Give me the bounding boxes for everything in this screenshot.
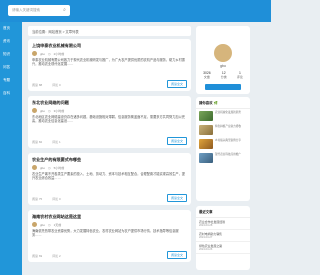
- recent-item-date: 2024-03-27: [199, 236, 213, 239]
- article-title[interactable]: 海南农村农业网站这是这里: [32, 214, 187, 220]
- article-comments: 评论 2: [52, 254, 61, 258]
- recommend-item[interactable]: 农业机械化发展新趋势: [196, 109, 250, 123]
- sidebar: 首页 资讯 知识 问答 专题 百科: [0, 22, 22, 275]
- read-more-button[interactable]: 阅读全文: [166, 251, 187, 259]
- breadcrumb: 当前位置：网站首页 > 文章列表: [28, 26, 191, 36]
- article-card[interactable]: 上饶申泰农业机械有限公司 gbo ◷ 2小时前 申泰农业机械有限公司致力于现代农…: [28, 39, 191, 91]
- clock-icon: ◷: [48, 51, 51, 56]
- author-avatar: [32, 165, 37, 170]
- thumbnail-image[interactable]: [199, 111, 213, 121]
- author-name[interactable]: gbo: [40, 52, 45, 56]
- read-more-button[interactable]: 阅读全文: [166, 137, 187, 145]
- article-title[interactable]: 东北农业网络的问题: [32, 100, 187, 106]
- recommend-widget: 猜你喜欢 🌿 农业机械化发展新趋势 特色种植产业助力增收 乡村振兴典型案例分享 …: [196, 97, 250, 201]
- thumbnail-image[interactable]: [199, 125, 213, 135]
- author-name[interactable]: gbo: [40, 109, 45, 113]
- recommend-item-text[interactable]: 特色种植产业助力增收: [215, 125, 241, 128]
- sidebar-item-topics[interactable]: 专题: [0, 74, 22, 87]
- article-views: 阅读 82: [32, 140, 43, 144]
- recommend-item[interactable]: 现代农业科技应用推广: [196, 151, 250, 165]
- author-avatar: [32, 108, 37, 113]
- widget-title: 最近文章: [196, 206, 250, 218]
- article-views: 阅读 88: [32, 83, 43, 87]
- article-card[interactable]: 海南农村农业网站这是这里 gbo ◷ 1天前 海南依托热带农业资源优势，大力发展…: [28, 210, 191, 262]
- article-time: 3小时前: [53, 108, 65, 113]
- article-footer: 阅读 88 评论 0: [32, 83, 61, 87]
- recent-widget: 最近文章 农业合作社发展经验 2024-03-28 农村电商助力销售 2024-…: [196, 206, 250, 270]
- recommend-item-text[interactable]: 农业机械化发展新趋势: [215, 111, 241, 114]
- article-time: 2小时前: [53, 51, 65, 56]
- sidebar-item-home[interactable]: 首页: [0, 22, 22, 35]
- article-title[interactable]: 上饶申泰农业机械有限公司: [32, 43, 187, 49]
- profile-card: gbo 3026 文章 12 分类 1 评论: [196, 26, 250, 94]
- article-title[interactable]: 农业生产的有限要式布哪些: [32, 157, 187, 163]
- sidebar-item-knowledge[interactable]: 知识: [0, 48, 22, 61]
- article-summary: 农业生产离不开各类生产要素的投入，土地、劳动力、资本与技术相互配合，合理配置才能…: [32, 172, 185, 181]
- clock-icon: ◷: [48, 165, 51, 170]
- article-comments: 评论 1: [52, 140, 61, 144]
- clock-icon: ◷: [48, 222, 51, 227]
- recent-item[interactable]: 农村电商助力销售 2024-03-27: [196, 230, 250, 242]
- article-views: 阅读 75: [32, 197, 43, 201]
- article-footer: 阅读 69 评论 2: [32, 254, 61, 258]
- sidebar-item-news[interactable]: 资讯: [0, 35, 22, 48]
- article-time: 1天前: [53, 222, 62, 227]
- recommend-item-text[interactable]: 乡村振兴典型案例分享: [215, 139, 241, 142]
- article-footer: 阅读 75 评论 0: [32, 197, 61, 201]
- author-avatar: [32, 222, 37, 227]
- profile-follow-button[interactable]: [205, 84, 241, 90]
- profile-stats: 3026 文章 12 分类 1 评论: [198, 71, 248, 79]
- profile-avatar[interactable]: [214, 44, 232, 62]
- thumbnail-image[interactable]: [199, 153, 213, 163]
- stat-label: 评论: [236, 75, 243, 79]
- search-box[interactable]: 请输入关键词搜索 ⌕: [8, 5, 70, 16]
- widget-title-text: 猜你喜欢: [199, 101, 213, 105]
- clock-icon: ◷: [48, 108, 51, 113]
- article-views: 阅读 69: [32, 254, 43, 258]
- article-card[interactable]: 农业生产的有限要式布哪些 gbo ◷ 5小时前 农业生产离不开各类生产要素的投入…: [28, 153, 191, 205]
- article-summary: 海南依托热带农业资源优势，大力发展特色农业，农村农业网站为农户提供市场行情、技术…: [32, 229, 179, 238]
- article-meta: gbo ◷ 2小时前: [32, 51, 187, 56]
- stat-articles: 3026 文章: [203, 71, 211, 79]
- article-time: 5小时前: [53, 165, 65, 170]
- article-meta: gbo ◷ 1天前: [32, 222, 187, 227]
- article-summary: 东北地区农业网络建设仍存在诸多问题，基础设施相对薄弱，信息服务覆盖面不足，需要多…: [32, 115, 185, 124]
- thumbnail-image[interactable]: [199, 139, 213, 149]
- recommend-item[interactable]: 特色种植产业助力增收: [196, 123, 250, 137]
- recent-item-date: 2024-03-26: [199, 248, 213, 251]
- widget-title-text: 最近文章: [199, 210, 213, 214]
- author-avatar: [32, 51, 37, 56]
- article-footer: 阅读 82 评论 1: [32, 140, 61, 144]
- stat-label: 文章: [203, 75, 210, 79]
- sidebar-item-qa[interactable]: 问答: [0, 61, 22, 74]
- article-meta: gbo ◷ 5小时前: [32, 165, 187, 170]
- sidebar-item-wiki[interactable]: 百科: [0, 87, 22, 100]
- article-summary: 申泰农业机械有限公司致力于现代农业机械研发与推广，为广大农户提供优质的农机产品与…: [32, 58, 185, 67]
- article-comments: 评论 0: [52, 83, 61, 87]
- recent-item[interactable]: 农业合作社发展经验 2024-03-28: [196, 218, 250, 230]
- read-more-button[interactable]: 阅读全文: [166, 80, 187, 88]
- recommend-item-text[interactable]: 现代农业科技应用推广: [215, 153, 241, 156]
- recent-item[interactable]: 绿色农业发展之路 2024-03-26: [196, 242, 250, 254]
- read-more-button[interactable]: 阅读全文: [166, 194, 187, 202]
- search-icon[interactable]: ⌕: [60, 6, 69, 15]
- article-comments: 评论 0: [52, 197, 61, 201]
- profile-name: gbo: [220, 64, 226, 68]
- leaf-icon: 🌿: [213, 101, 218, 105]
- breadcrumb-text: 当前位置：网站首页 > 文章列表: [32, 30, 79, 34]
- recent-item-date: 2024-03-28: [199, 224, 213, 227]
- article-meta: gbo ◷ 3小时前: [32, 108, 187, 113]
- author-name[interactable]: gbo: [40, 166, 45, 170]
- stat-categories: 12 分类: [221, 71, 227, 79]
- recommend-item[interactable]: 乡村振兴典型案例分享: [196, 137, 250, 151]
- article-card[interactable]: 东北农业网络的问题 gbo ◷ 3小时前 东北地区农业网络建设仍存在诸多问题，基…: [28, 96, 191, 148]
- search-input[interactable]: 请输入关键词搜索: [12, 8, 40, 12]
- author-name[interactable]: gbo: [40, 223, 45, 227]
- stat-comments: 1 评论: [237, 71, 243, 79]
- stat-label: 分类: [220, 75, 227, 79]
- top-bar: 请输入关键词搜索 ⌕: [0, 0, 271, 22]
- widget-title: 猜你喜欢 🌿: [196, 97, 250, 109]
